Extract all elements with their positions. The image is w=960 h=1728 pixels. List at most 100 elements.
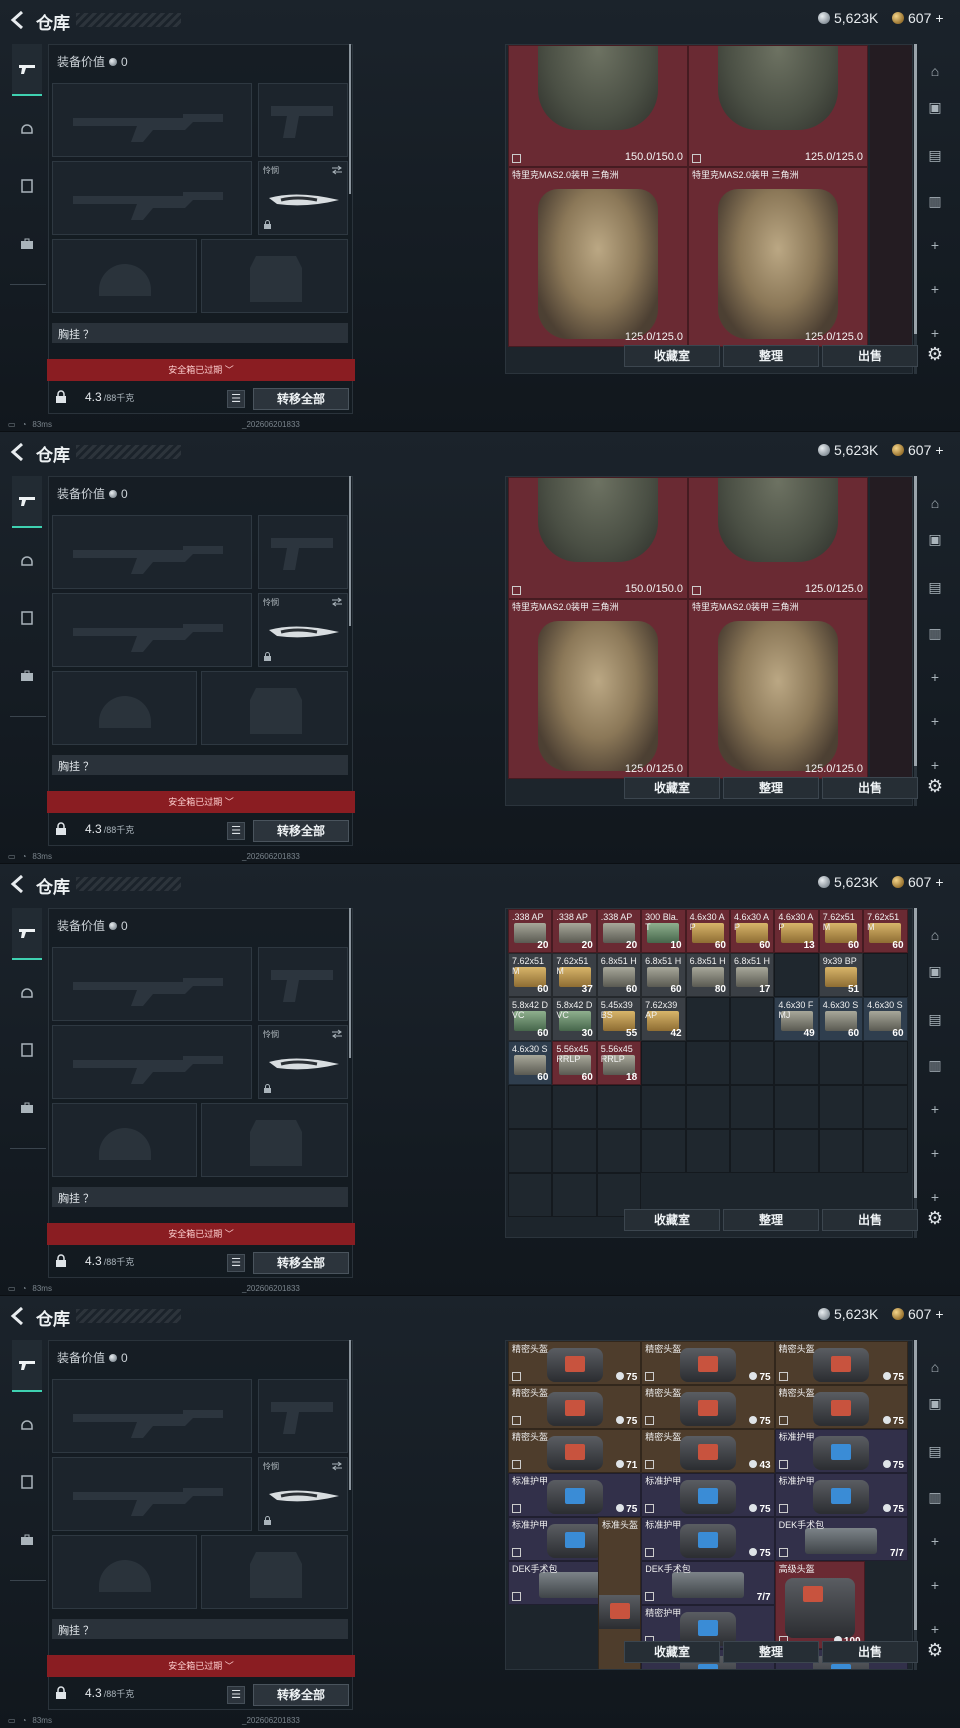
primary-weapon-slot[interactable] xyxy=(52,83,252,157)
tab-weapons[interactable] xyxy=(12,908,42,960)
melee-slot[interactable]: 怜悯 xyxy=(258,1457,348,1531)
gear-item[interactable]: 精密头盔 75 xyxy=(508,1341,642,1385)
equipment-scrollbar[interactable] xyxy=(349,476,351,626)
stash-scroll-thumb[interactable] xyxy=(914,476,917,766)
empty-slot[interactable] xyxy=(863,1129,908,1173)
sell-button[interactable]: 出售 xyxy=(822,345,918,367)
gear-item[interactable]: 精密头盔 75 xyxy=(508,1385,642,1429)
stash-scrollbar[interactable] xyxy=(914,908,917,1238)
tab-box-icon[interactable]: ▥ xyxy=(924,622,946,644)
ammo-item[interactable]: .338 AP 20 xyxy=(552,909,597,953)
gear-item[interactable]: 精密头盔 75 xyxy=(641,1385,775,1429)
safe-box-expired-banner[interactable]: 安全箱已过期 ﹀ xyxy=(47,1655,355,1677)
chest-rig-row[interactable]: 胸挂 ？ xyxy=(52,1619,348,1639)
gear-item[interactable]: 精密头盔 75 xyxy=(774,1385,908,1429)
ammo-item[interactable]: 6.8x51 H 17 xyxy=(729,953,775,997)
tab-armor[interactable] xyxy=(12,1398,42,1450)
settings-gear-icon[interactable]: ⚙ xyxy=(925,1640,945,1660)
empty-slot[interactable] xyxy=(641,1041,686,1085)
stash-armor-item[interactable]: 150.0/150.0 xyxy=(508,45,688,167)
ammo-item[interactable]: 4.6x30 AP 60 xyxy=(729,909,775,953)
gear-item[interactable]: 精密头盔 75 xyxy=(774,1341,908,1385)
sort-button[interactable]: 整理 xyxy=(723,1209,819,1231)
settings-gear-icon[interactable]: ⚙ xyxy=(925,1208,945,1228)
ammo-item[interactable]: 4.6x30 AP 60 xyxy=(685,909,730,953)
tab-box-icon[interactable]: ▤ xyxy=(924,576,946,598)
tab-vest[interactable] xyxy=(12,1456,42,1508)
tab-box-icon[interactable]: ▣ xyxy=(924,96,946,118)
sort-button[interactable]: 整理 xyxy=(723,345,819,367)
empty-slot[interactable] xyxy=(685,997,730,1041)
list-view-button[interactable]: ☰ xyxy=(227,1686,245,1704)
equipment-scrollbar[interactable] xyxy=(349,908,351,1058)
gear-item[interactable]: DEK手术包 7/7 xyxy=(774,1517,908,1561)
stash-scroll-thumb[interactable] xyxy=(914,1340,917,1630)
back-arrow-icon[interactable] xyxy=(8,1305,30,1327)
list-view-button[interactable]: ☰ xyxy=(227,390,245,408)
melee-slot[interactable]: 怜悯 xyxy=(258,161,348,235)
add-tab-icon[interactable]: + xyxy=(924,1574,946,1596)
empty-slot[interactable] xyxy=(729,1041,775,1085)
tab-vest[interactable] xyxy=(12,1024,42,1076)
tab-box-icon[interactable]: ▤ xyxy=(924,144,946,166)
stash-armor-item[interactable]: 特里克MAS2.0装甲 三角洲 125.0/125.0 xyxy=(508,599,688,779)
stash-scrollbar[interactable] xyxy=(914,44,917,374)
tab-vest[interactable] xyxy=(12,160,42,212)
chest-rig-row[interactable]: 胸挂 ？ xyxy=(52,755,348,775)
dome-icon[interactable]: ⌂ xyxy=(924,1356,946,1378)
primary-weapon-slot[interactable] xyxy=(52,1379,252,1453)
empty-slot[interactable] xyxy=(863,1041,908,1085)
sell-button[interactable]: 出售 xyxy=(822,777,918,799)
helmet-slot[interactable] xyxy=(52,1103,197,1177)
empty-slot[interactable] xyxy=(641,1129,686,1173)
empty-slot[interactable] xyxy=(596,1129,642,1173)
gear-item[interactable]: 标准护甲 75 xyxy=(774,1429,908,1473)
empty-slot[interactable] xyxy=(596,1085,642,1129)
equipment-scrollbar[interactable] xyxy=(349,44,351,194)
tab-box-icon[interactable]: ▤ xyxy=(924,1440,946,1462)
ammo-item[interactable]: 5.45x39 BS 55 xyxy=(596,997,642,1041)
empty-slot[interactable] xyxy=(818,1129,864,1173)
body-armor-slot[interactable] xyxy=(201,239,348,313)
ammo-item[interactable]: 5.8x42 DVC 60 xyxy=(508,997,553,1041)
tab-armor[interactable] xyxy=(12,102,42,154)
add-tab-icon[interactable]: + xyxy=(924,1142,946,1164)
add-tab-icon[interactable]: + xyxy=(924,710,946,732)
ammo-item[interactable]: 5.56x45 RRLP 18 xyxy=(596,1041,642,1085)
primary-weapon-slot[interactable] xyxy=(52,515,252,589)
safe-box-expired-banner[interactable]: 安全箱已过期 ﹀ xyxy=(47,359,355,381)
pistol-slot[interactable] xyxy=(258,947,348,1021)
ammo-item[interactable]: 7.62x51 M 60 xyxy=(818,909,864,953)
tab-weapons[interactable] xyxy=(12,476,42,528)
collection-room-button[interactable]: 收藏室 xyxy=(624,1209,720,1231)
back-arrow-icon[interactable] xyxy=(8,9,30,31)
ammo-item[interactable]: 7.62x51 M 60 xyxy=(508,953,553,997)
collection-room-button[interactable]: 收藏室 xyxy=(624,345,720,367)
melee-slot[interactable]: 怜悯 xyxy=(258,593,348,667)
body-armor-slot[interactable] xyxy=(201,671,348,745)
secondary-weapon-slot[interactable] xyxy=(52,593,252,667)
add-tab-icon[interactable]: + xyxy=(924,666,946,688)
transfer-all-button[interactable]: 转移全部 xyxy=(253,1252,349,1274)
tab-armor[interactable] xyxy=(12,534,42,586)
sell-button[interactable]: 出售 xyxy=(822,1209,918,1231)
stash-scrollbar[interactable] xyxy=(914,1340,917,1670)
stash-scrollbar[interactable] xyxy=(914,476,917,806)
stash-scroll-thumb[interactable] xyxy=(914,44,917,334)
ammo-item[interactable]: 9x39 BP 51 xyxy=(818,953,864,997)
secondary-weapon-slot[interactable] xyxy=(52,1025,252,1099)
ammo-item[interactable]: 5.56x45 RRLP 60 xyxy=(552,1041,597,1085)
empty-slot[interactable] xyxy=(685,1041,730,1085)
tab-bag[interactable] xyxy=(12,1514,42,1566)
add-gold-button[interactable]: + xyxy=(935,442,943,458)
collection-room-button[interactable]: 收藏室 xyxy=(624,1641,720,1663)
swap-icon[interactable] xyxy=(331,597,343,607)
swap-icon[interactable] xyxy=(331,165,343,175)
add-tab-icon[interactable]: + xyxy=(924,1186,946,1208)
back-arrow-icon[interactable] xyxy=(8,441,30,463)
empty-slot[interactable] xyxy=(729,1085,775,1129)
empty-slot[interactable] xyxy=(552,1085,597,1129)
gear-item[interactable]: 标准护甲 75 xyxy=(508,1473,642,1517)
add-tab-icon[interactable]: + xyxy=(924,1530,946,1552)
gold-currency[interactable]: 607 + xyxy=(892,874,944,890)
